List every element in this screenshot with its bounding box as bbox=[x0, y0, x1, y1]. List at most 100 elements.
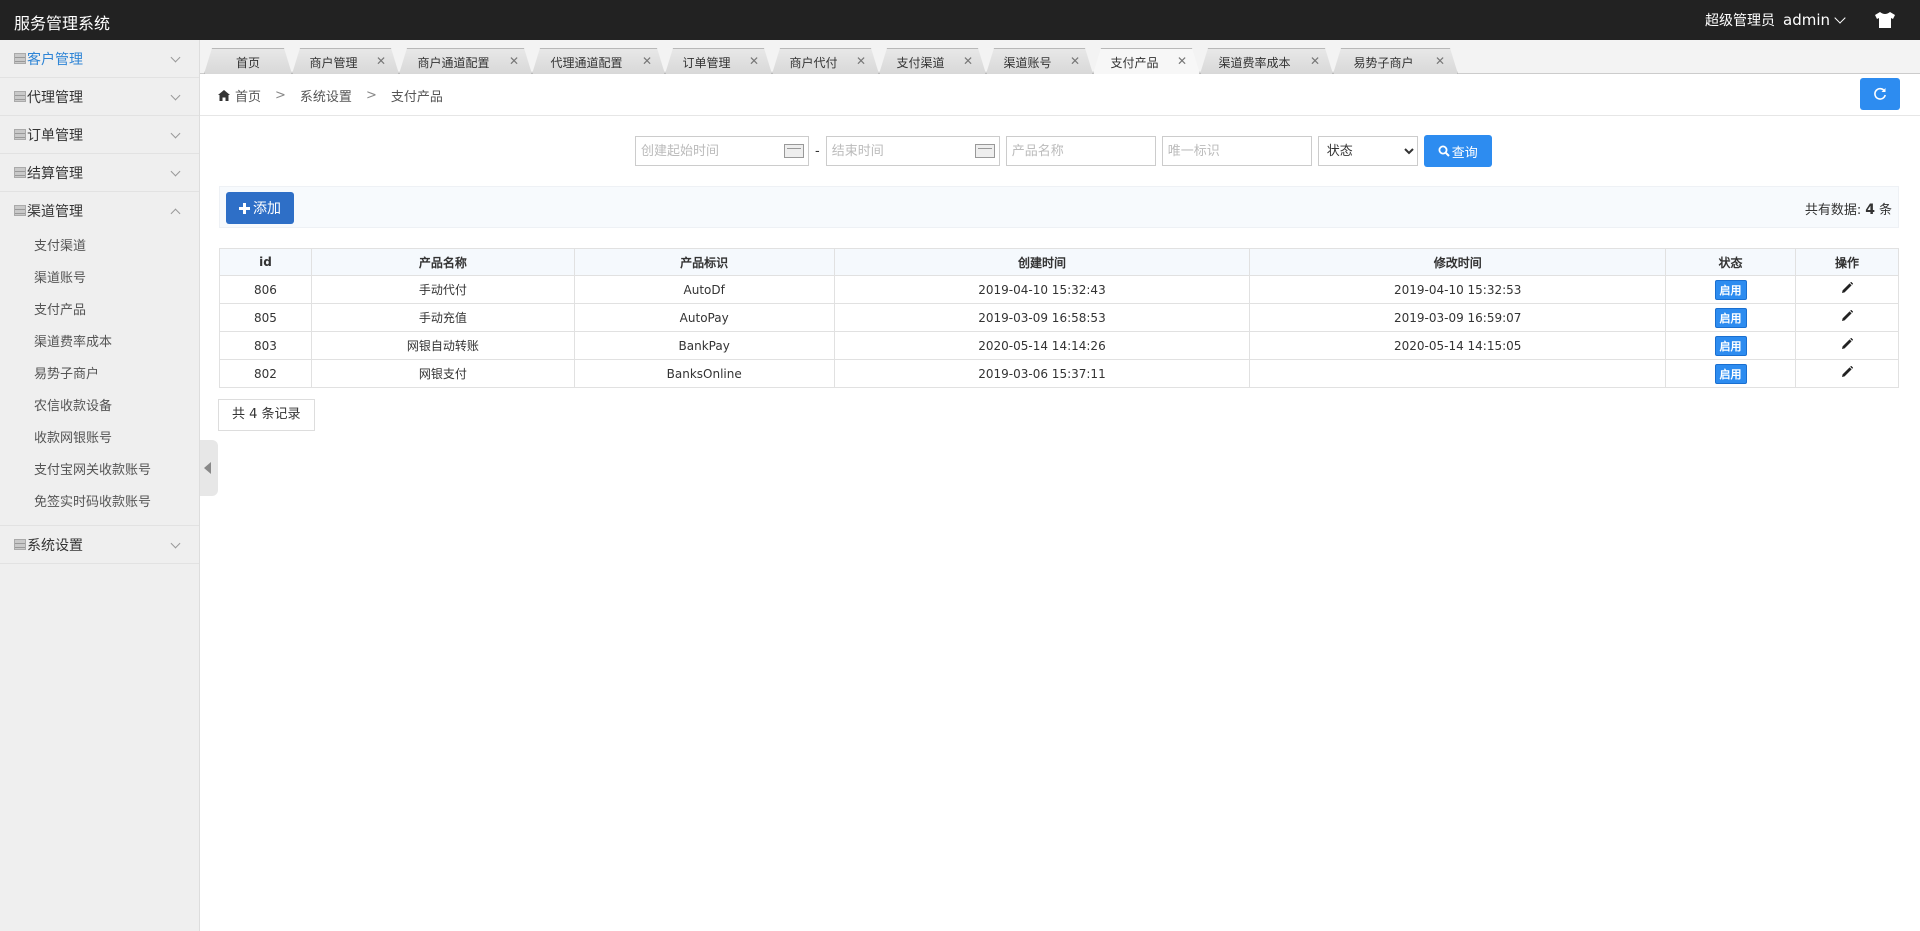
breadcrumb-level1: 系统设置 bbox=[299, 90, 352, 105]
close-icon[interactable]: ✕ bbox=[376, 54, 386, 68]
status-badge[interactable]: 启用 bbox=[1714, 279, 1747, 300]
tab-label: 渠道费率成本 bbox=[1218, 56, 1291, 70]
search-button-label: 查询 bbox=[1451, 145, 1478, 161]
tab-channel-account[interactable]: 渠道账号 ✕ bbox=[986, 48, 1093, 74]
chevron-down-icon bbox=[170, 166, 181, 177]
pencil-icon[interactable] bbox=[1841, 366, 1853, 378]
menu-label: 代理管理 bbox=[27, 89, 83, 106]
status-badge[interactable]: 启用 bbox=[1714, 335, 1747, 356]
breadcrumb-home[interactable]: 首页 bbox=[235, 86, 261, 105]
channel-submenu: 支付渠道 渠道账号 支付产品 渠道费率成本 易势子商户 农信收款设备 收款网银账… bbox=[0, 229, 199, 525]
add-button[interactable]: 添加 bbox=[226, 192, 294, 224]
top-bar-right: 超级管理员 admin bbox=[1705, 10, 1896, 30]
tab-merchant-management[interactable]: 商户管理 ✕ bbox=[292, 48, 399, 74]
sidebar-collapse-toggle[interactable] bbox=[200, 440, 218, 496]
pencil-icon[interactable] bbox=[1841, 338, 1853, 350]
cell-actions bbox=[1795, 303, 1899, 332]
refresh-button[interactable] bbox=[1860, 78, 1900, 110]
tab-label: 支付产品 bbox=[1110, 56, 1159, 70]
product-name-input[interactable] bbox=[1005, 136, 1156, 166]
close-icon[interactable]: ✕ bbox=[1435, 54, 1445, 68]
sidebar-item-pay-product[interactable]: 支付产品 bbox=[0, 295, 199, 327]
cell-code: BanksOnline bbox=[573, 359, 835, 388]
close-icon[interactable]: ✕ bbox=[1177, 54, 1187, 68]
cell-id: 802 bbox=[219, 359, 312, 388]
menu-group-system: 系统设置 bbox=[0, 526, 199, 564]
sidebar-item-pay-channel[interactable]: 支付渠道 bbox=[0, 231, 199, 263]
cell-name: 手动代付 bbox=[310, 275, 575, 304]
menu-system-settings[interactable]: 系统设置 bbox=[0, 526, 199, 563]
pencil-icon[interactable] bbox=[1841, 310, 1853, 322]
sidebar-item-collection-device[interactable]: 农信收款设备 bbox=[0, 391, 199, 423]
cell-id: 805 bbox=[219, 303, 312, 332]
close-icon[interactable]: ✕ bbox=[963, 54, 973, 68]
breadcrumb: 首页 > 系统设置 > 支付产品 bbox=[218, 86, 443, 105]
cell-modified bbox=[1249, 359, 1667, 388]
tab-merchant-channel-config[interactable]: 商户通道配置 ✕ bbox=[399, 48, 532, 74]
col-created-time: 创建时间 bbox=[833, 248, 1251, 276]
start-date-input[interactable] bbox=[635, 136, 809, 166]
cell-name: 网银支付 bbox=[310, 359, 575, 388]
menu-label: 结算管理 bbox=[27, 165, 83, 182]
sidebar-item-bank-account[interactable]: 收款网银账号 bbox=[0, 423, 199, 455]
tab-order-management[interactable]: 订单管理 ✕ bbox=[665, 48, 772, 74]
tshirt-icon[interactable] bbox=[1874, 11, 1896, 29]
table-row: 802 网银支付 BanksOnline 2019-03-06 15:37:11… bbox=[219, 359, 1899, 388]
sidebar-item-alipay-gateway-account[interactable]: 支付宝网关收款账号 bbox=[0, 455, 199, 487]
top-bar: 服务管理系统 超级管理员 admin bbox=[0, 0, 1920, 40]
table-toolbar: 添加 共有数据: 4 条 bbox=[219, 186, 1899, 228]
status-badge[interactable]: 启用 bbox=[1714, 363, 1747, 384]
app-title: 服务管理系统 bbox=[14, 14, 111, 33]
status-badge[interactable]: 启用 bbox=[1714, 307, 1747, 328]
menu-icon bbox=[14, 129, 26, 140]
cell-status: 启用 bbox=[1665, 359, 1796, 388]
table-header-row: id 产品名称 产品标识 创建时间 修改时间 状态 操作 bbox=[219, 248, 1899, 276]
pencil-icon[interactable] bbox=[1841, 282, 1853, 294]
status-select[interactable]: 状态 bbox=[1317, 136, 1418, 166]
cell-code: AutoDf bbox=[573, 275, 835, 304]
tab-home[interactable]: 首页 bbox=[204, 48, 292, 74]
sidebar-item-channel-rate-cost[interactable]: 渠道费率成本 bbox=[0, 327, 199, 359]
menu-order-management[interactable]: 订单管理 bbox=[0, 116, 199, 153]
chevron-down-icon bbox=[170, 538, 181, 549]
cell-actions bbox=[1795, 359, 1899, 388]
sidebar-item-channel-account[interactable]: 渠道账号 bbox=[0, 263, 199, 295]
tab-label: 商户代付 bbox=[789, 56, 838, 70]
close-icon[interactable]: ✕ bbox=[856, 54, 866, 68]
end-date-input[interactable] bbox=[825, 136, 1000, 166]
close-icon[interactable]: ✕ bbox=[1310, 54, 1320, 68]
close-icon[interactable]: ✕ bbox=[1070, 54, 1080, 68]
tab-label: 易势子商户 bbox=[1353, 56, 1414, 70]
menu-group-customer: 客户管理 bbox=[0, 40, 199, 78]
menu-settlement-management[interactable]: 结算管理 bbox=[0, 154, 199, 191]
tab-pay-product[interactable]: 支付产品 ✕ bbox=[1093, 48, 1200, 74]
menu-agent-management[interactable]: 代理管理 bbox=[0, 78, 199, 115]
calendar-icon[interactable] bbox=[974, 144, 995, 158]
menu-label: 客户管理 bbox=[27, 51, 83, 68]
search-form: - 状态 查询 bbox=[635, 135, 1492, 167]
close-icon[interactable]: ✕ bbox=[642, 54, 652, 68]
search-button[interactable]: 查询 bbox=[1423, 135, 1492, 167]
breadcrumb-current: 支付产品 bbox=[390, 90, 443, 105]
sidebar: 客户管理 代理管理 订单管理 结算管理 渠道管理 支付渠道 渠道账号 支付产品 … bbox=[0, 40, 200, 931]
close-icon[interactable]: ✕ bbox=[509, 54, 519, 68]
menu-customer-management[interactable]: 客户管理 bbox=[0, 40, 199, 77]
tab-pay-channel[interactable]: 支付渠道 ✕ bbox=[879, 48, 986, 74]
cell-created: 2019-04-10 15:32:43 bbox=[833, 275, 1251, 304]
close-icon[interactable]: ✕ bbox=[749, 54, 759, 68]
cell-modified: 2019-04-10 15:32:53 bbox=[1249, 275, 1667, 304]
sidebar-item-sub-merchant[interactable]: 易势子商户 bbox=[0, 359, 199, 391]
tab-agent-channel-config[interactable]: 代理通道配置 ✕ bbox=[532, 48, 665, 74]
tab-label: 商户通道配置 bbox=[417, 56, 490, 70]
tab-merchant-payout[interactable]: 商户代付 ✕ bbox=[772, 48, 879, 74]
tab-channel-rate-cost[interactable]: 渠道费率成本 ✕ bbox=[1200, 48, 1333, 74]
cell-id: 806 bbox=[219, 275, 312, 304]
menu-group-agent: 代理管理 bbox=[0, 78, 199, 116]
unique-code-input[interactable] bbox=[1161, 136, 1312, 166]
sidebar-item-realtime-code-account[interactable]: 免签实时码收款账号 bbox=[0, 487, 199, 519]
calendar-icon[interactable] bbox=[784, 144, 804, 158]
menu-channel-management[interactable]: 渠道管理 bbox=[0, 192, 199, 229]
user-menu[interactable]: admin bbox=[1783, 11, 1848, 29]
tab-sub-merchant[interactable]: 易势子商户 ✕ bbox=[1333, 48, 1458, 74]
chevron-down-icon bbox=[170, 90, 181, 101]
